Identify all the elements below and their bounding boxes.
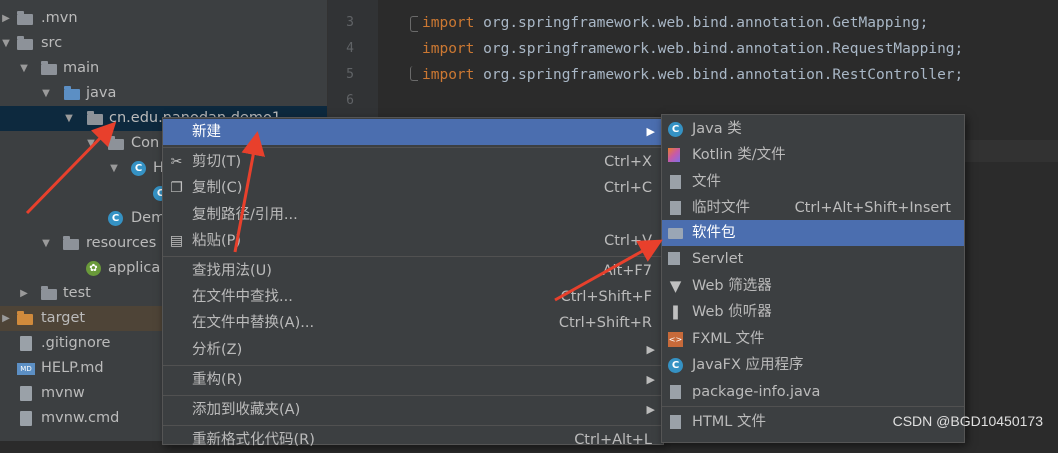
submenu-item-fxml[interactable]: <> FXML 文件 <box>662 326 964 352</box>
menu-separator <box>662 406 964 407</box>
package-folder-icon <box>87 111 103 125</box>
kotlin-icon <box>668 148 680 162</box>
tree-item-mvn[interactable]: ▶ .mvn <box>0 6 327 31</box>
menu-item-analyze[interactable]: 分析(Z) ▶ <box>163 337 663 363</box>
source-folder-icon <box>64 86 80 100</box>
folder-icon <box>41 286 57 300</box>
menu-item-copy[interactable]: ❐ 复制(C) Ctrl+C <box>163 175 663 201</box>
folder-icon <box>17 36 33 50</box>
scratch-file-icon <box>670 201 681 215</box>
chevron-right-icon[interactable]: ▶ <box>0 306 12 331</box>
scissors-icon: ✂ <box>170 154 183 170</box>
html-icon <box>670 415 681 429</box>
chevron-down-icon[interactable]: ▼ <box>108 156 120 181</box>
file-icon <box>20 336 32 351</box>
menu-item-replace-in-files[interactable]: 在文件中替换(A)... Ctrl+Shift+R <box>163 310 663 336</box>
folder-icon <box>41 61 57 75</box>
class-icon: C <box>131 161 146 176</box>
chevron-right-icon[interactable]: ▶ <box>18 281 30 306</box>
caret-row-highlight <box>963 140 1058 162</box>
folder-icon <box>17 11 33 25</box>
fold-marker-icon[interactable] <box>410 66 418 81</box>
file-icon <box>670 175 681 189</box>
tree-item-java[interactable]: ▼ java <box>0 81 327 106</box>
java-class-icon: C <box>668 122 683 137</box>
menu-separator <box>163 365 663 366</box>
markdown-icon: MD <box>17 363 35 375</box>
folder-icon <box>108 136 124 150</box>
chevron-right-icon: ▶ <box>646 373 655 386</box>
chevron-down-icon[interactable]: ▼ <box>40 81 52 106</box>
tree-item-main[interactable]: ▼ main <box>0 56 327 81</box>
submenu-item-web-filter[interactable]: ▼ Web 筛选器 <box>662 273 964 299</box>
watermark: CSDN @BGD10450173 <box>892 413 1043 429</box>
class-icon: C <box>108 211 123 226</box>
line-number: 5 <box>346 67 354 82</box>
menu-item-find-usages[interactable]: 查找用法(U) Alt+F7 <box>163 258 663 284</box>
chevron-down-icon[interactable]: ▼ <box>18 56 30 81</box>
code-line: import org.springframework.web.bind.anno… <box>422 15 929 31</box>
servlet-icon <box>668 252 680 265</box>
javafx-icon: C <box>668 358 683 373</box>
resources-folder-icon <box>63 236 79 250</box>
menu-separator <box>163 256 663 257</box>
submenu-item-java-class[interactable]: C Java 类 <box>662 116 964 142</box>
chevron-down-icon[interactable]: ▼ <box>85 131 97 156</box>
submenu-item-package-info[interactable]: package-info.java <box>662 379 964 405</box>
file-icon <box>20 386 32 401</box>
code-line: import org.springframework.web.bind.anno… <box>422 41 964 57</box>
listener-icon: ❚ <box>669 304 682 320</box>
code-line: import org.springframework.web.bind.anno… <box>422 67 964 83</box>
menu-separator <box>163 425 663 426</box>
submenu-item-kotlin[interactable]: Kotlin 类/文件 <box>662 142 964 168</box>
menu-item-cut[interactable]: ✂ 剪切(T) Ctrl+X <box>163 149 663 175</box>
package-icon <box>668 228 683 239</box>
spring-leaf-icon: ✿ <box>86 261 101 276</box>
menu-item-new[interactable]: 新建 ▶ <box>163 119 663 145</box>
line-number: 3 <box>346 15 354 30</box>
menu-item-reformat-code[interactable]: 重新格式化代码(R) Ctrl+Alt+L <box>163 427 663 453</box>
chevron-right-icon[interactable]: ▶ <box>0 6 12 31</box>
chevron-right-icon: ▶ <box>646 343 655 356</box>
menu-separator <box>163 395 663 396</box>
line-number: 6 <box>346 93 354 108</box>
submenu-item-web-listener[interactable]: ❚ Web 侦听器 <box>662 299 964 325</box>
chevron-right-icon: ▶ <box>646 125 655 138</box>
new-submenu: C Java 类 Kotlin 类/文件 文件 临时文件 Ctrl+Alt+Sh… <box>661 114 965 443</box>
menu-separator <box>163 147 663 148</box>
submenu-item-package[interactable]: 软件包 <box>662 220 964 246</box>
menu-item-find-in-files[interactable]: 在文件中查找... Ctrl+Shift+F <box>163 284 663 310</box>
filter-icon: ▼ <box>669 277 682 295</box>
menu-item-refactor[interactable]: 重构(R) ▶ <box>163 367 663 393</box>
submenu-item-javafx[interactable]: C JavaFX 应用程序 <box>662 352 964 378</box>
chevron-down-icon[interactable]: ▼ <box>63 106 75 131</box>
copy-icon: ❐ <box>170 180 183 196</box>
chevron-down-icon[interactable]: ▼ <box>0 31 12 56</box>
submenu-item-file[interactable]: 文件 <box>662 169 964 195</box>
tree-item-src[interactable]: ▼ src <box>0 31 327 56</box>
chevron-down-icon[interactable]: ▼ <box>40 231 52 256</box>
menu-item-add-to-favorites[interactable]: 添加到收藏夹(A) ▶ <box>163 397 663 423</box>
submenu-item-servlet[interactable]: Servlet <box>662 246 964 272</box>
fxml-icon: <> <box>668 332 683 347</box>
menu-item-paste[interactable]: ▤ 粘贴(P) Ctrl+V <box>163 228 663 254</box>
menu-item-copy-path[interactable]: 复制路径/引用... <box>163 202 663 228</box>
context-menu: 新建 ▶ ✂ 剪切(T) Ctrl+X ❐ 复制(C) Ctrl+C 复制路径/… <box>162 117 664 448</box>
excluded-folder-icon <box>17 311 33 325</box>
paste-icon: ▤ <box>169 233 184 249</box>
chevron-right-icon: ▶ <box>646 403 655 416</box>
file-icon <box>20 411 32 426</box>
fold-marker-icon[interactable] <box>410 16 418 32</box>
submenu-item-scratch-file[interactable]: 临时文件 Ctrl+Alt+Shift+Insert <box>662 195 964 221</box>
line-number: 4 <box>346 41 354 56</box>
package-info-icon <box>670 385 681 399</box>
